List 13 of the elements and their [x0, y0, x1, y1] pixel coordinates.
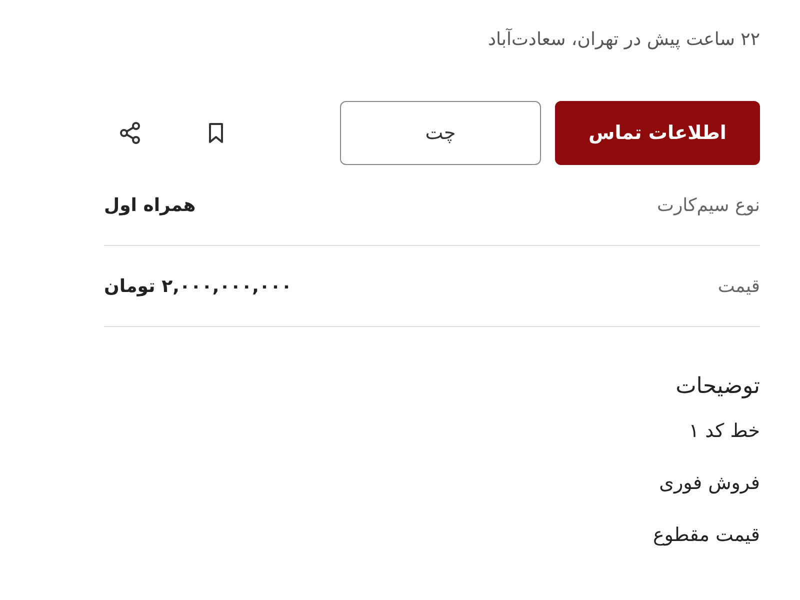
detail-label: نوع سیم‌کارت — [657, 194, 760, 216]
contact-button[interactable]: اطلاعات تماس — [555, 101, 760, 165]
description-line: فروش فوری — [658, 471, 760, 496]
detail-value: همراه اول — [104, 194, 196, 216]
post-meta: ۲۲ ساعت پیش در تهران، سعادت‌آباد — [486, 27, 760, 52]
description-line: قیمت مقطوع — [652, 523, 760, 548]
section-title: توضیحات — [674, 373, 760, 401]
share-icon[interactable] — [118, 121, 142, 145]
chat-button[interactable]: چت — [340, 101, 541, 165]
detail-value: ۲,۰۰۰,۰۰۰,۰۰۰ تومان — [104, 276, 292, 296]
bookmark-icon[interactable] — [206, 121, 226, 145]
description-line: خط کد ۱ — [688, 419, 760, 444]
detail-label: قیمت — [718, 276, 760, 296]
